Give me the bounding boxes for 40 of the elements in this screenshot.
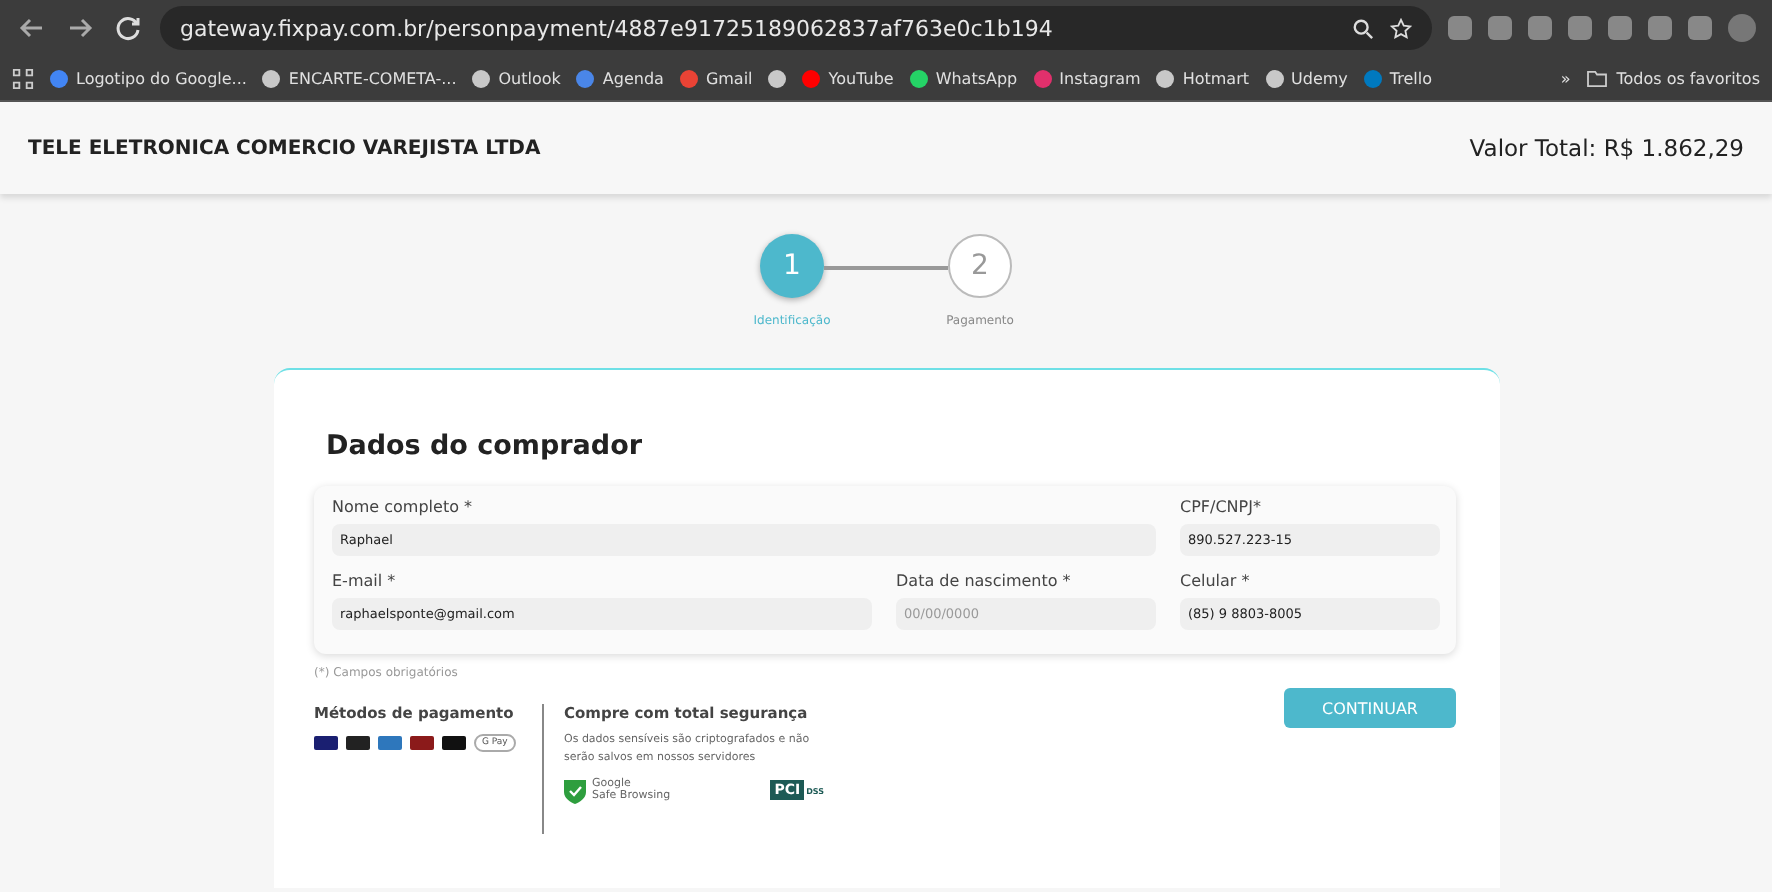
extension-icon[interactable] xyxy=(1568,16,1592,40)
bookmark[interactable]: Agenda xyxy=(602,69,664,87)
extension-icon[interactable] xyxy=(1448,16,1472,40)
extension-icon[interactable] xyxy=(1608,16,1632,40)
bookmark[interactable]: Instagram xyxy=(1059,69,1141,87)
bookmark[interactable]: Hotmart xyxy=(1182,69,1250,87)
reload-icon[interactable] xyxy=(112,12,144,44)
folder-icon xyxy=(1586,69,1609,87)
search-icon[interactable] xyxy=(1352,17,1374,39)
address-bar[interactable]: gateway.fixpay.com.br/personpayment/4887e91725189062837af763e0c1b194 xyxy=(160,6,1432,50)
bookmark[interactable]: Logotipo do Google... xyxy=(76,69,247,87)
bookmark[interactable]: Gmail xyxy=(705,69,753,87)
company-name: TELE ELETRONICA COMERCIO VAREJISTA LTDA xyxy=(28,137,541,159)
bookmark[interactable]: Udemy xyxy=(1291,69,1348,87)
field-label: E-mail * xyxy=(332,572,398,590)
extension-icon[interactable] xyxy=(1648,16,1672,40)
extension-icon[interactable] xyxy=(1528,16,1552,40)
total-amount: Valor Total: R$ 1.862,29 xyxy=(1469,134,1744,162)
step-circle: 2 xyxy=(948,234,1012,298)
extension-icon[interactable] xyxy=(1488,16,1512,40)
bookmark[interactable]: YouTube xyxy=(828,69,894,87)
field-label: Nome completo * xyxy=(332,498,475,516)
bookmark[interactable]: ENCARTE-COMETA-... xyxy=(288,69,457,87)
more-bookmarks-button[interactable]: » xyxy=(1560,69,1571,87)
field-label: Celular * xyxy=(1180,572,1252,590)
field-label: CPF/CNPJ* xyxy=(1180,498,1263,516)
form-title: Dados do comprador xyxy=(326,430,644,462)
extension-icon[interactable] xyxy=(1688,16,1712,40)
step-circle: 1 xyxy=(760,234,824,298)
bookmark-icon[interactable] xyxy=(768,69,787,87)
url-text: gateway.fixpay.com.br/personpayment/4887e91725189062837af763e0c1b194 xyxy=(180,15,1055,41)
apps-icon[interactable] xyxy=(12,67,34,89)
bookmark[interactable]: Trello xyxy=(1389,69,1432,87)
bookmark[interactable]: WhatsApp xyxy=(935,69,1018,87)
bookmark[interactable]: Outlook xyxy=(498,69,561,87)
profile-avatar[interactable] xyxy=(1728,14,1756,42)
field-label: Data de nascimento * xyxy=(896,572,1073,590)
shield-icon xyxy=(564,777,586,804)
bookmark-folder[interactable]: Todos os favoritos xyxy=(1616,69,1760,87)
star-icon[interactable] xyxy=(1390,17,1412,39)
